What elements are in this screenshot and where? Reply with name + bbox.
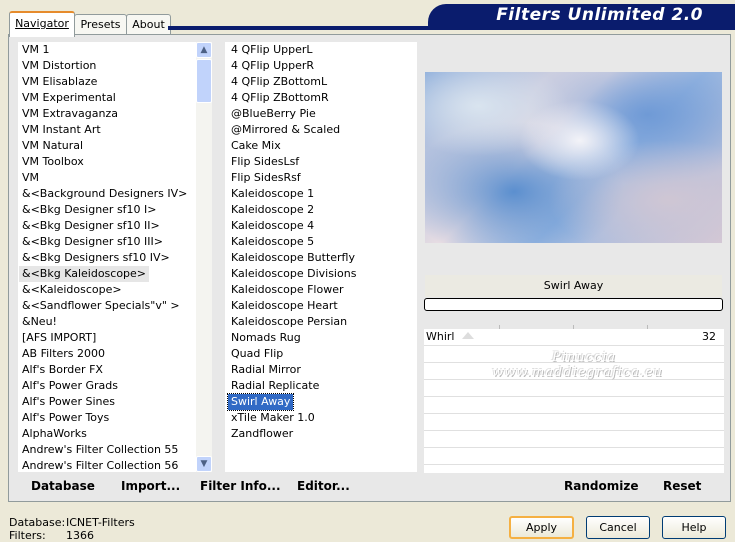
tab-navigator-label: Navigator xyxy=(15,17,69,30)
parameter-value: 32 xyxy=(702,330,716,343)
filter-item[interactable]: Kaleidoscope 4 xyxy=(228,218,317,234)
filter-info-button[interactable]: Filter Info... xyxy=(200,479,281,493)
status-database-label: Database: xyxy=(9,516,66,529)
category-item[interactable]: &Neu! xyxy=(19,314,60,330)
status-database-value: ICNET-Filters xyxy=(66,516,135,529)
tab-presets[interactable]: Presets xyxy=(74,14,127,34)
filter-item[interactable]: Radial Replicate xyxy=(228,378,322,394)
filter-item[interactable]: Cake Mix xyxy=(228,138,284,154)
cancel-button[interactable]: Cancel xyxy=(586,516,650,539)
category-item[interactable]: VM Toolbox xyxy=(19,154,87,170)
status-filters-value: 1366 xyxy=(66,529,94,542)
parameter-row xyxy=(424,448,724,465)
app-banner: Filters Unlimited 2.0 xyxy=(428,4,735,27)
category-item[interactable]: VM xyxy=(19,170,42,186)
filter-panel: VM 1 VM Distortion VM Elisablaze VM Experim… xyxy=(8,34,731,502)
scroll-down-button[interactable]: ▼ xyxy=(196,456,212,472)
category-item[interactable]: Andrew's Filter Collection 56 xyxy=(19,458,181,472)
filter-item[interactable]: 4 QFlip ZBottomL xyxy=(228,74,330,90)
category-item[interactable]: VM Instant Art xyxy=(19,122,104,138)
category-item[interactable]: Alf's Power Sines xyxy=(19,394,118,410)
filter-item[interactable]: Kaleidoscope Butterfly xyxy=(228,250,358,266)
randomize-button[interactable]: Randomize xyxy=(564,479,638,493)
filter-item[interactable]: Kaleidoscope Heart xyxy=(228,298,341,314)
filter-item[interactable]: Radial Mirror xyxy=(228,362,304,378)
filter-item[interactable]: Quad Flip xyxy=(228,346,286,362)
preview-image xyxy=(425,72,722,243)
category-item[interactable]: Alf's Power Grads xyxy=(19,378,121,394)
filter-list[interactable]: 4 QFlip UpperL 4 QFlip UpperR 4 QFlip ZBot… xyxy=(225,42,417,472)
category-item[interactable]: VM 1 xyxy=(19,42,53,58)
category-item[interactable]: Andrew's Filter Collection 55 xyxy=(19,442,181,458)
filter-item[interactable]: Kaleidoscope 5 xyxy=(228,234,317,250)
category-item[interactable]: &<Bkg Designer sf10 III> xyxy=(19,234,166,250)
category-item[interactable]: Alf's Power Toys xyxy=(19,410,112,426)
parameter-label: Whirl xyxy=(426,330,455,343)
category-item[interactable]: &<Sandflower Specials"v" > xyxy=(19,298,183,314)
category-item[interactable]: [AFS IMPORT] xyxy=(19,330,99,346)
scroll-thumb[interactable] xyxy=(196,59,212,103)
database-button[interactable]: Database xyxy=(31,479,95,493)
filter-item[interactable]: @Mirrored & Scaled xyxy=(228,122,343,138)
help-button[interactable]: Help xyxy=(662,516,726,539)
scroll-up-button[interactable]: ▲ xyxy=(196,42,212,58)
filter-item[interactable]: Kaleidoscope Persian xyxy=(228,314,350,330)
status-filters-label: Filters: xyxy=(9,529,46,542)
slider-indicator[interactable] xyxy=(462,332,474,339)
import-button[interactable]: Import... xyxy=(121,479,180,493)
app-title: Filters Unlimited 2.0 xyxy=(496,5,703,25)
selected-filter-name: Swirl Away xyxy=(425,275,722,297)
parameter-row xyxy=(424,380,724,397)
category-item[interactable]: VM Elisablaze xyxy=(19,74,100,90)
filter-item[interactable]: Kaleidoscope 1 xyxy=(228,186,317,202)
filter-item[interactable]: xTile Maker 1.0 xyxy=(228,410,318,426)
filter-item[interactable]: Kaleidoscope Divisions xyxy=(228,266,359,282)
parameter-row xyxy=(424,431,724,448)
category-item[interactable]: AB Filters 2000 xyxy=(19,346,108,362)
filter-item[interactable]: Swirl Away xyxy=(226,393,295,411)
parameter-row xyxy=(424,397,724,414)
filter-item[interactable]: Kaleidoscope Flower xyxy=(228,282,347,298)
filter-item[interactable]: 4 QFlip UpperL xyxy=(228,42,316,58)
category-item[interactable]: &<Bkg Kaleidoscope> xyxy=(19,266,150,282)
category-list[interactable]: VM 1 VM Distortion VM Elisablaze VM Experim… xyxy=(18,42,196,472)
filter-item[interactable]: Zandflower xyxy=(228,426,296,442)
category-item[interactable]: &<Bkg Designer sf10 II> xyxy=(19,218,163,234)
parameter-row-whirl[interactable]: Whirl 32 xyxy=(424,329,724,346)
parameter-row xyxy=(424,414,724,431)
reset-button[interactable]: Reset xyxy=(663,479,701,493)
tab-about-label: About xyxy=(132,18,165,31)
tab-navigator[interactable]: Navigator xyxy=(9,11,75,37)
filter-item[interactable]: 4 QFlip ZBottomR xyxy=(228,90,332,106)
filter-item[interactable]: Nomads Rug xyxy=(228,330,304,346)
filter-item[interactable]: Flip SidesRsf xyxy=(228,170,304,186)
tab-about[interactable]: About xyxy=(126,14,171,34)
category-item[interactable]: Alf's Border FX xyxy=(19,362,106,378)
category-item[interactable]: VM Experimental xyxy=(19,90,119,106)
filter-item[interactable]: 4 QFlip UpperR xyxy=(228,58,317,74)
category-item[interactable]: VM Extravaganza xyxy=(19,106,121,122)
category-item[interactable]: &<Background Designers IV> xyxy=(19,186,190,202)
category-item[interactable]: VM Distortion xyxy=(19,58,99,74)
category-item[interactable]: &<Kaleidoscope> xyxy=(19,282,125,298)
filter-item[interactable]: Kaleidoscope 2 xyxy=(228,202,317,218)
watermark-name: Pinuccia xyxy=(552,350,617,365)
apply-button[interactable]: Apply xyxy=(509,516,574,539)
category-item[interactable]: VM Natural xyxy=(19,138,86,154)
category-item[interactable]: &<Bkg Designer sf10 I> xyxy=(19,202,160,218)
category-scrollbar[interactable]: ▲ ▼ xyxy=(196,42,212,472)
editor-button[interactable]: Editor... xyxy=(297,479,350,493)
parameter-area: Whirl 32 Pinuccia www.maddiegrafica.eu xyxy=(424,329,724,473)
filter-item[interactable]: Flip SidesLsf xyxy=(228,154,302,170)
progress-bar xyxy=(424,298,723,311)
tab-presets-label: Presets xyxy=(80,18,121,31)
filter-item[interactable]: @BlueBerry Pie xyxy=(228,106,319,122)
category-item[interactable]: &<Bkg Designers sf10 IV> xyxy=(19,250,173,266)
category-item[interactable]: AlphaWorks xyxy=(19,426,90,442)
watermark-url: www.maddiegrafica.eu xyxy=(492,365,664,380)
